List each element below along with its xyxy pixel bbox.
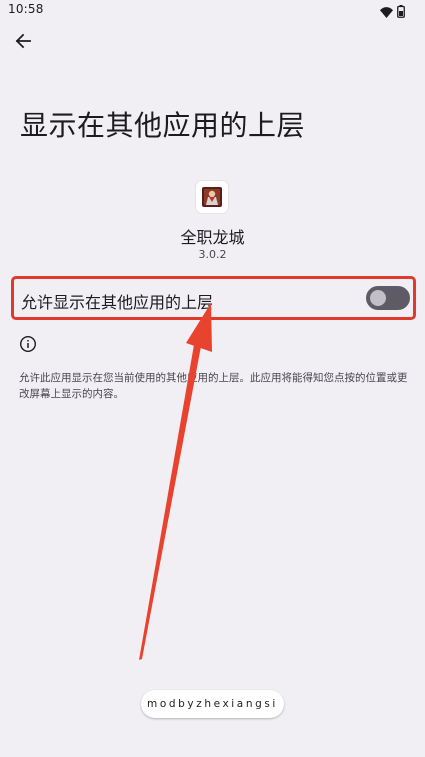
app-icon xyxy=(196,181,228,213)
permission-toggle-label: 允许显示在其他应用的上层 xyxy=(21,293,214,312)
back-button[interactable] xyxy=(10,30,36,56)
permission-toggle-row[interactable]: 允许显示在其他应用的上层 xyxy=(11,276,416,320)
permission-toggle-switch[interactable] xyxy=(366,286,410,310)
battery-icon xyxy=(397,3,405,22)
info-icon xyxy=(19,335,37,353)
status-icons xyxy=(380,3,405,22)
page-title: 显示在其他应用的上层 xyxy=(20,109,306,142)
watermark-label: modbyzhexiangsi xyxy=(141,690,284,718)
status-time: 10:58 xyxy=(8,2,44,16)
permission-description: 允许此应用显示在您当前使用的其他应用的上层。此应用将能得知您点按的位置或更改屏幕… xyxy=(19,372,408,400)
app-name: 全职龙城 xyxy=(180,228,245,247)
app-version: 3.0.2 xyxy=(198,248,227,261)
toggle-knob xyxy=(370,290,386,306)
status-bar: 10:58 xyxy=(0,0,425,20)
wifi-icon xyxy=(380,3,393,22)
arrow-left-icon xyxy=(15,33,31,53)
